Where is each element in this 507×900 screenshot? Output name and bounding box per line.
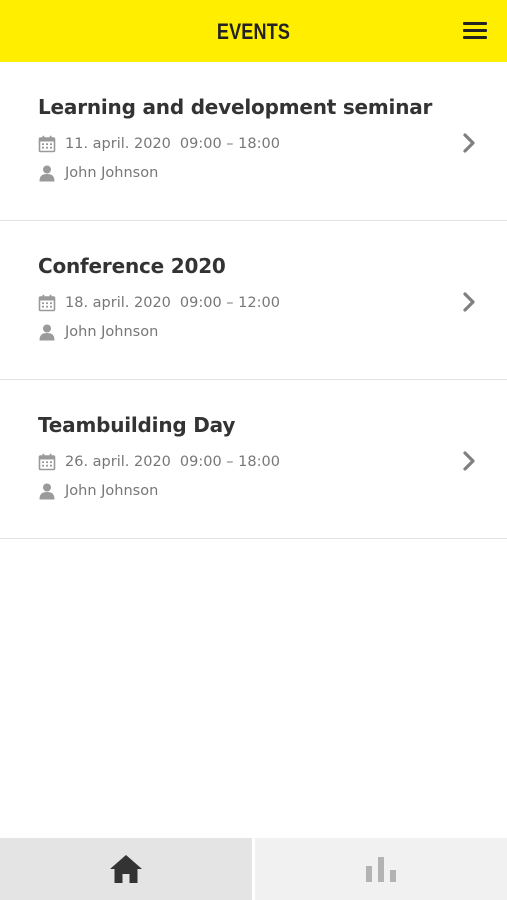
event-item[interactable]: Teambuilding Day 26. april. 2020 09:00 –… (0, 380, 507, 539)
event-item[interactable]: Conference 2020 18. april. 2020 09:00 – … (0, 221, 507, 380)
event-person: John Johnson (65, 324, 159, 340)
app-root: EVENTS Learning and development seminar (0, 0, 507, 900)
event-time: 09:00 – 12:00 (179, 295, 280, 311)
event-person-row: John Johnson (38, 323, 158, 341)
person-icon (39, 483, 55, 500)
page-title: EVENTS (216, 19, 291, 44)
event-person: John Johnson (65, 165, 159, 181)
home-icon (110, 855, 142, 883)
event-person: John Johnson (65, 483, 159, 499)
chevron-right-icon (463, 133, 475, 153)
chevron-right-icon (463, 292, 475, 312)
menu-icon-bar (463, 36, 487, 39)
calendar-icon (38, 294, 56, 312)
person-icon (39, 324, 55, 341)
menu-icon-bar (463, 29, 487, 32)
calendar-icon (38, 135, 56, 153)
calendar-icon (38, 453, 56, 471)
person-icon (39, 165, 55, 182)
event-date-row: 11. april. 2020 09:00 – 18:00 (38, 135, 280, 153)
event-date: 26. april. 2020 (65, 454, 171, 470)
bottom-tab-bar (0, 838, 507, 900)
event-person-row: John Johnson (38, 164, 158, 182)
menu-button[interactable] (461, 18, 489, 44)
chevron-right-icon (463, 451, 475, 471)
app-header: EVENTS (0, 0, 507, 62)
event-date-row: 18. april. 2020 09:00 – 12:00 (38, 294, 280, 312)
tab-home[interactable] (0, 838, 255, 900)
event-date-row: 26. april. 2020 09:00 – 18:00 (38, 453, 280, 471)
event-date: 11. april. 2020 (65, 136, 171, 152)
event-date: 18. april. 2020 (65, 295, 171, 311)
bar-chart-icon (366, 857, 396, 882)
event-list: Learning and development seminar 11. apr… (0, 62, 507, 539)
event-person-row: John Johnson (38, 482, 158, 500)
event-title: Conference 2020 (38, 254, 226, 278)
event-time: 09:00 – 18:00 (179, 136, 280, 152)
tab-statistics[interactable] (255, 838, 507, 900)
event-title: Teambuilding Day (38, 413, 236, 437)
event-title: Learning and development seminar (38, 95, 433, 119)
event-item[interactable]: Learning and development seminar 11. apr… (0, 62, 507, 221)
menu-icon-bar (463, 22, 487, 25)
event-time: 09:00 – 18:00 (179, 454, 280, 470)
